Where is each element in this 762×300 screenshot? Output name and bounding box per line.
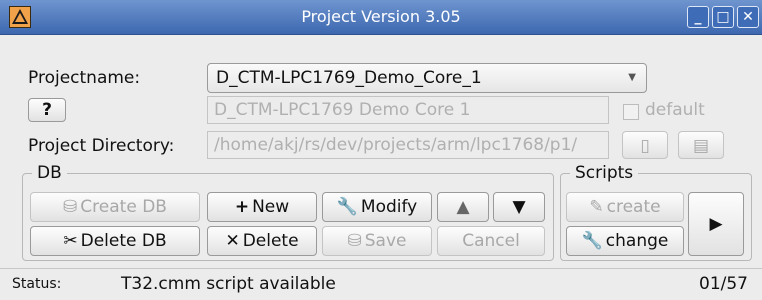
run-script-button[interactable]: ▶	[688, 192, 744, 256]
delete-button[interactable]: ✕ Delete	[207, 226, 317, 256]
default-label: default	[645, 100, 705, 120]
move-down-button[interactable]: ▼	[493, 192, 545, 222]
script-icon: ✎	[589, 197, 604, 217]
help-button[interactable]: ?	[28, 98, 66, 122]
folder-icon: ▯	[640, 136, 650, 156]
scripts-group-title: Scripts	[570, 163, 639, 183]
plus-icon: +	[234, 197, 250, 217]
create-db-button[interactable]: ⛁ Create DB	[30, 192, 200, 222]
close-button[interactable]: ✕	[737, 6, 759, 28]
record-counter: 01/57	[699, 274, 748, 294]
projectname-label: Projectname:	[28, 68, 141, 88]
projectname-select[interactable]: D_CTM-LPC1769_Demo_Core_1 ▼	[207, 63, 647, 93]
browse-list-button[interactable]: ▤	[678, 131, 724, 159]
directory-field[interactable]: /home/akj/rs/dev/projects/arm/lpc1768/p1…	[207, 131, 609, 159]
window-title: Project Version 3.05	[301, 7, 461, 26]
description-field[interactable]: D_CTM-LPC1769 Demo Core 1	[207, 96, 609, 124]
cancel-button[interactable]: Cancel	[437, 226, 545, 256]
db-group-title: DB	[32, 163, 67, 183]
save-icon: ⛁	[347, 231, 362, 251]
maximize-button[interactable]: □	[712, 6, 734, 28]
move-up-button[interactable]: ▲	[437, 192, 489, 222]
wrench-icon: 🔧	[336, 197, 358, 217]
modify-button[interactable]: 🔧 Modify	[322, 192, 432, 222]
projectname-value: D_CTM-LPC1769_Demo_Core_1	[216, 68, 482, 88]
x-icon: ✕	[225, 231, 240, 251]
database-icon: ⛁	[63, 197, 78, 217]
directory-label: Project Directory:	[28, 136, 175, 156]
scissors-icon: ✂	[63, 231, 78, 251]
project-version-window: Project Version 3.05 _ □ ✕ Projectname: …	[0, 0, 762, 299]
wrench-icon: 🔧	[581, 231, 603, 251]
create-script-button[interactable]: ✎ create	[566, 192, 684, 222]
browse-folder-button[interactable]: ▯	[622, 131, 668, 159]
default-checkbox[interactable]	[623, 104, 639, 120]
list-icon: ▤	[692, 136, 710, 156]
status-bar: Status: T32.cmm script available 01/57	[0, 268, 762, 300]
status-message: T32.cmm script available	[121, 274, 336, 294]
change-script-button[interactable]: 🔧 change	[566, 226, 684, 256]
chevron-down-icon: ▼	[628, 72, 636, 83]
delete-db-button[interactable]: ✂ Delete DB	[30, 226, 200, 256]
title-bar: Project Version 3.05 _ □ ✕	[0, 0, 762, 35]
status-label: Status:	[12, 276, 62, 292]
new-button[interactable]: + New	[207, 192, 317, 222]
minimize-button[interactable]: _	[687, 6, 709, 28]
save-button[interactable]: ⛁ Save	[322, 226, 432, 256]
